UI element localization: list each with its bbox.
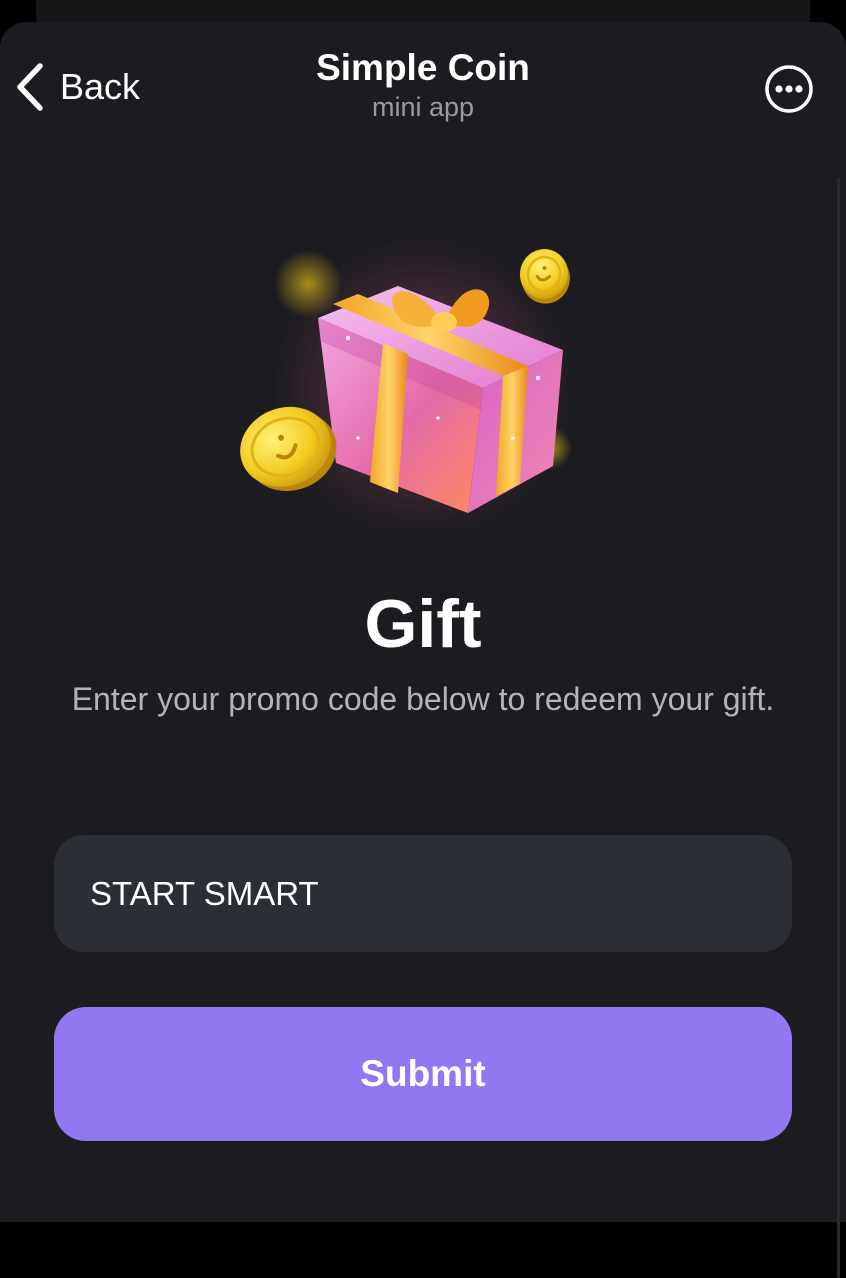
app-header: Back Simple Coin mini app	[0, 22, 846, 142]
scrollbar[interactable]	[837, 178, 840, 1278]
gift-title: Gift	[364, 586, 482, 662]
app-title: Simple Coin	[316, 47, 530, 88]
gift-description: Enter your promo code below to redeem yo…	[71, 681, 775, 717]
more-horizontal-circle-icon	[764, 64, 814, 114]
gift-box-illustration	[238, 238, 578, 538]
title-block: Simple Coin mini app	[0, 46, 846, 124]
more-options-button[interactable]	[764, 64, 814, 114]
app-subtitle: mini app	[371, 92, 475, 122]
promo-code-input[interactable]: START SMART	[54, 835, 792, 952]
submit-button[interactable]: Submit	[54, 1007, 792, 1141]
